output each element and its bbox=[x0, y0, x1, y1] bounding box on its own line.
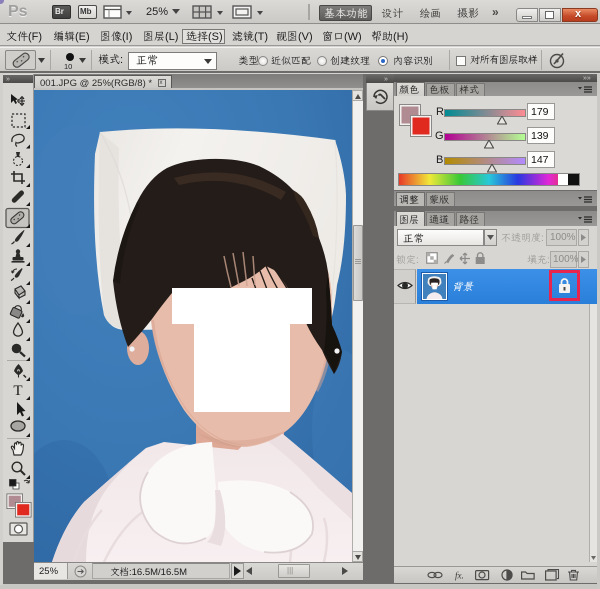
svg-text:T: T bbox=[13, 383, 22, 399]
svg-text:fx.: fx. bbox=[455, 571, 464, 581]
